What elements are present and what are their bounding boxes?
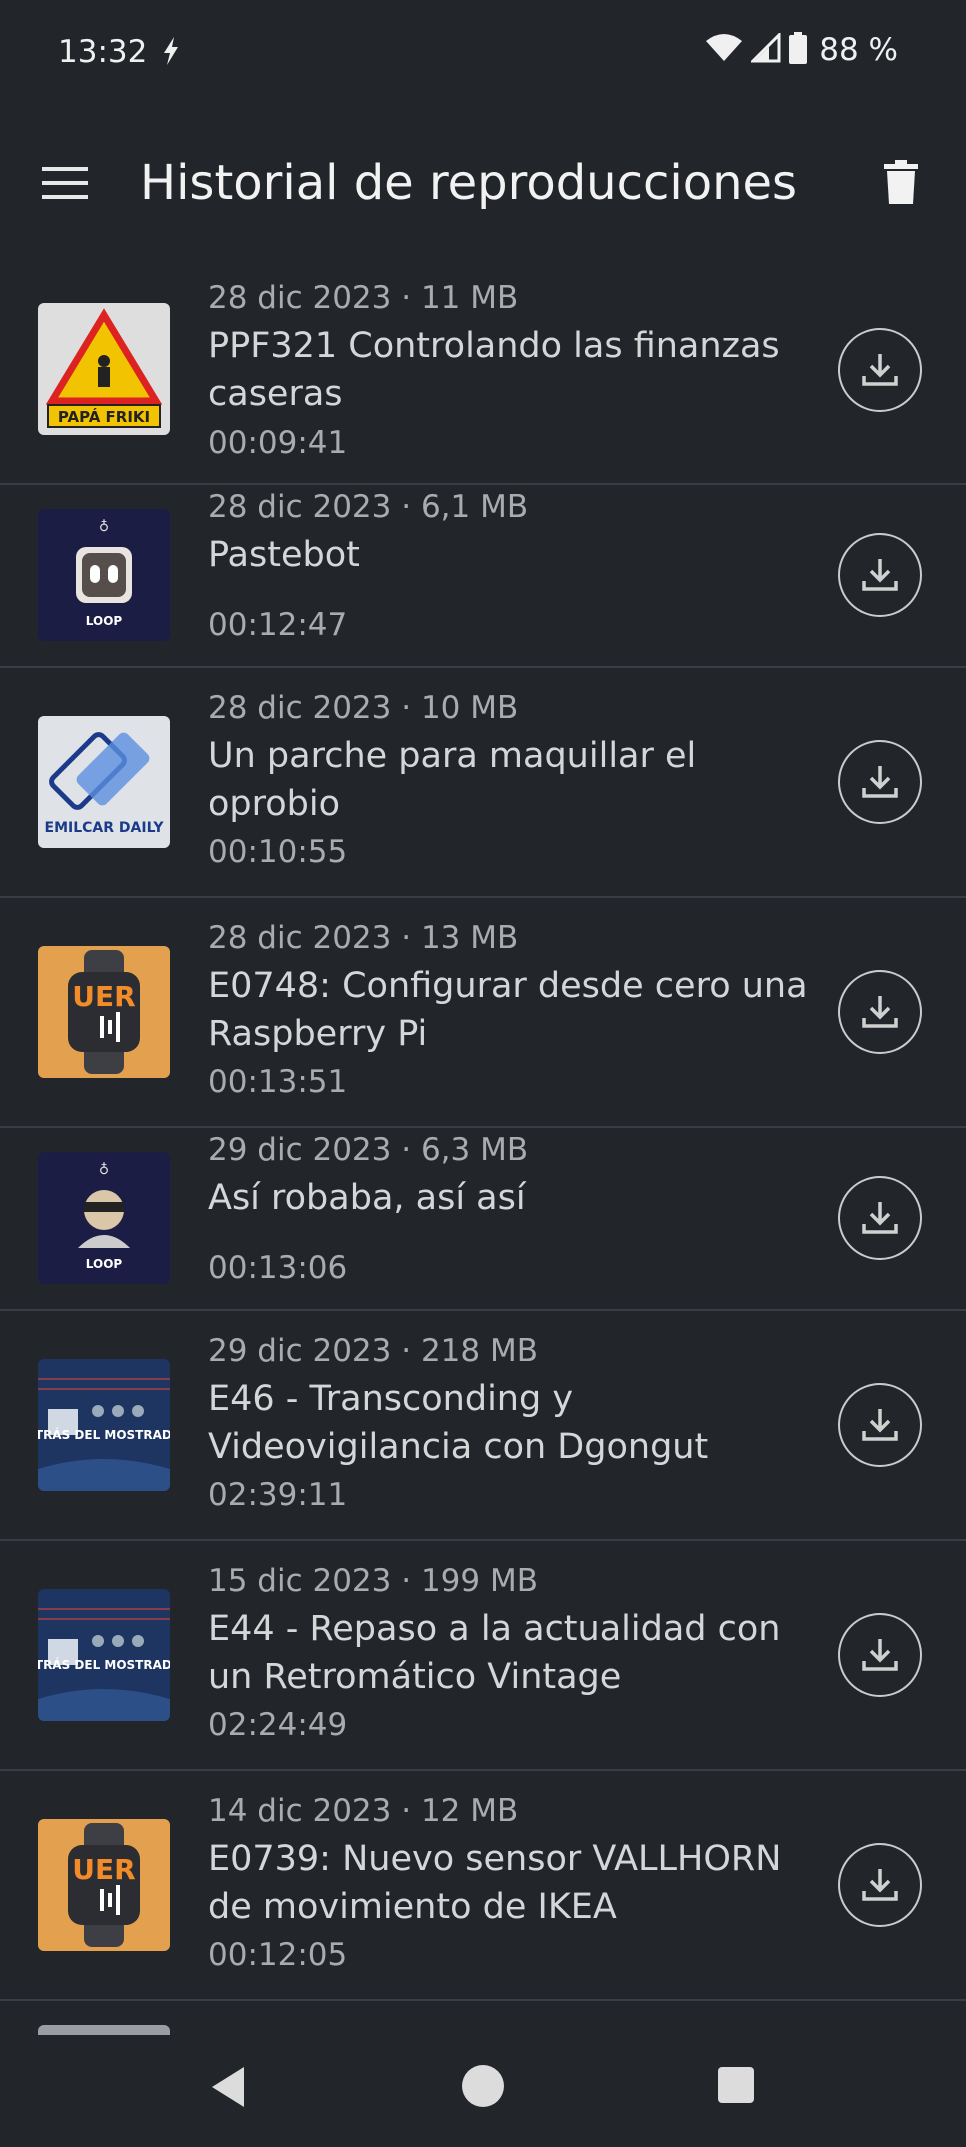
- artwork-text: DETRÁS DEL MOSTRADOR: [38, 1657, 170, 1672]
- episode-title: E46 - Transconding y Videovigilancia con…: [208, 1379, 709, 1467]
- podcast-artwork: PAPÁ FRIKI: [38, 303, 170, 435]
- podcast-artwork: ♁ LOOP: [38, 1152, 170, 1284]
- artwork-text: UER: [72, 980, 135, 1013]
- podcast-artwork: ♁ LOOP: [38, 509, 170, 641]
- podcast-artwork: DETRÁS DEL MOSTRADOR: [38, 1589, 170, 1721]
- download-icon: [862, 996, 898, 1028]
- episode-title: Así robaba, así así: [208, 1178, 526, 1218]
- battery-percent: 88 %: [819, 32, 898, 68]
- episode-duration: 00:12:47: [208, 607, 348, 643]
- podcast-artwork: UER: [38, 946, 170, 1078]
- trash-icon: [884, 160, 918, 208]
- episode-meta: 29 dic 2023 · 218 MB: [208, 1333, 538, 1369]
- flash-icon: [158, 35, 184, 71]
- episode-duration: 00:13:06: [208, 1250, 348, 1286]
- list-item[interactable]: UER 14 dic 2023 · 12 MB E0739: Nuevo sen…: [0, 1771, 966, 2001]
- page-title: Historial de reproducciones: [140, 155, 798, 211]
- download-button[interactable]: [838, 1843, 922, 1927]
- episode-duration: 00:10:55: [208, 834, 348, 870]
- artwork-text: EMILCAR DAILY: [45, 820, 165, 836]
- recents-button[interactable]: [718, 2067, 754, 2103]
- download-button[interactable]: [838, 328, 922, 412]
- episode-title: E0739: Nuevo sensor VALLHORN de movimien…: [208, 1839, 782, 1927]
- download-button[interactable]: [838, 1383, 922, 1467]
- episode-meta: 15 dic 2023 · 199 MB: [208, 1563, 538, 1599]
- download-icon: [862, 1869, 898, 1901]
- episode-title: E44 - Repaso a la actualidad con un Retr…: [208, 1609, 781, 1697]
- list-item[interactable]: DETRÁS DEL MOSTRADOR 29 dic 2023 · 218 M…: [0, 1311, 966, 1541]
- episode-meta: 28 dic 2023 · 10 MB: [208, 690, 519, 726]
- podcast-artwork: EMILCAR DAILY: [38, 716, 170, 848]
- download-button[interactable]: [838, 970, 922, 1054]
- delete-history-button[interactable]: [866, 149, 936, 219]
- download-icon: [862, 1202, 898, 1234]
- list-item[interactable]: EMILCAR DAILY 28 dic 2023 · 10 MB Un par…: [0, 668, 966, 898]
- download-button[interactable]: [838, 533, 922, 617]
- status-icons: 88 %: [705, 31, 898, 68]
- episode-duration: 00:09:41: [208, 425, 348, 461]
- episode-duration: 00:13:51: [208, 1064, 348, 1100]
- episode-meta: 14 dic 2023 · 12 MB: [208, 1793, 519, 1829]
- list-item[interactable]: ♁ LOOP 28 dic 2023 · 6,1 MB Pastebot 00:…: [0, 485, 966, 668]
- history-list: PAPÁ FRIKI 28 dic 2023 · 11 MB PPF321 Co…: [0, 260, 966, 2035]
- episode-title: E0748: Configurar desde cero una Raspber…: [208, 966, 808, 1054]
- list-item[interactable]: DETRÁS DEL MOSTRADOR 15 dic 2023 · 199 M…: [0, 1541, 966, 1771]
- episode-duration: 02:39:11: [208, 1477, 348, 1513]
- hamburger-menu-icon: [42, 167, 88, 203]
- home-button[interactable]: [462, 2065, 504, 2107]
- list-item[interactable]: ♁ LOOP 29 dic 2023 · 6,3 MB Así robaba, …: [0, 1128, 966, 1311]
- artwork-text: LOOP: [86, 614, 123, 628]
- episode-duration: 00:12:05: [208, 1937, 348, 1973]
- system-navigation-bar: [0, 2035, 966, 2147]
- download-icon: [862, 1409, 898, 1441]
- wifi-icon: [705, 33, 743, 67]
- episode-meta: 28 dic 2023 · 13 MB: [208, 920, 519, 956]
- episode-duration: 02:24:49: [208, 1707, 348, 1743]
- status-time: 13:32: [58, 34, 148, 70]
- podcast-artwork: UER: [38, 1819, 170, 1951]
- back-triangle-icon: [212, 2067, 244, 2107]
- download-button[interactable]: [838, 1176, 922, 1260]
- svg-text:♁: ♁: [99, 1162, 109, 1178]
- artwork-text: DETRÁS DEL MOSTRADOR: [38, 1427, 170, 1442]
- list-item[interactable]: PAPÁ FRIKI 28 dic 2023 · 11 MB PPF321 Co…: [0, 260, 966, 485]
- status-bar: 13:32 88 %: [0, 0, 966, 105]
- artwork-text: LOOP: [86, 1257, 123, 1271]
- list-item[interactable]: UER 28 dic 2023 · 13 MB E0748: Configura…: [0, 898, 966, 1128]
- episode-title: Pastebot: [208, 535, 360, 575]
- app-bar: Historial de reproducciones: [0, 105, 966, 260]
- cell-signal-icon: [749, 31, 781, 67]
- download-icon: [862, 766, 898, 798]
- download-icon: [862, 559, 898, 591]
- download-button[interactable]: [838, 740, 922, 824]
- download-button[interactable]: [838, 1613, 922, 1697]
- menu-button[interactable]: [30, 150, 100, 220]
- list-item-partial[interactable]: [0, 2001, 966, 2035]
- episode-title: PPF321 Controlando las finanzas caseras: [208, 326, 780, 414]
- episode-title: Un parche para maquillar el oprobio: [208, 736, 697, 824]
- podcast-artwork: [38, 2025, 170, 2035]
- download-icon: [862, 1639, 898, 1671]
- artwork-text: UER: [72, 1853, 135, 1886]
- episode-meta: 28 dic 2023 · 11 MB: [208, 280, 519, 316]
- svg-text:♁: ♁: [99, 519, 109, 535]
- back-button[interactable]: [208, 2065, 248, 2113]
- artwork-text: PAPÁ FRIKI: [58, 407, 150, 426]
- episode-meta: 29 dic 2023 · 6,3 MB: [208, 1132, 529, 1168]
- battery-icon: [789, 32, 808, 68]
- podcast-artwork: DETRÁS DEL MOSTRADOR: [38, 1359, 170, 1491]
- episode-meta: 28 dic 2023 · 6,1 MB: [208, 489, 529, 525]
- download-icon: [862, 354, 898, 386]
